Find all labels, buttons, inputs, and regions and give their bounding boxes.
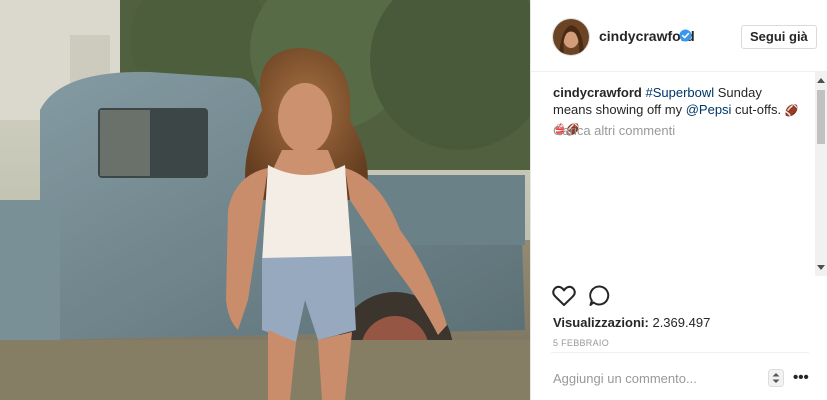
more-options-icon[interactable]: ••• [793, 369, 809, 386]
scrollbar-thumb[interactable] [817, 90, 825, 144]
post-side-panel: cindycrawford Segui già cindycrawford #S… [530, 0, 827, 400]
caption-text-2: cut-offs. [731, 102, 785, 117]
post-photo[interactable] [0, 0, 530, 400]
scroll-up-arrow-icon[interactable] [817, 78, 825, 83]
photo-image [0, 0, 530, 400]
avatar-image [553, 19, 589, 55]
heart-icon[interactable] [551, 283, 577, 309]
verified-badge-icon [679, 29, 692, 42]
mention-link[interactable]: @Pepsi [686, 102, 732, 117]
scroll-down-arrow-icon[interactable] [817, 265, 825, 270]
hashtag-link[interactable]: #Superbowl [645, 85, 714, 100]
following-button[interactable]: Segui già [741, 25, 817, 49]
avatar[interactable] [552, 18, 590, 56]
comment-icon[interactable] [587, 283, 613, 309]
views-count: Visualizzazioni: 2.369.497 [553, 315, 710, 330]
load-more-comments-link[interactable]: Carica altri commenti [553, 123, 675, 138]
sort-arrows-icon[interactable] [768, 369, 784, 387]
comments-scrollbar[interactable] [815, 72, 827, 276]
divider [551, 352, 809, 353]
views-value: 2.369.497 [652, 315, 711, 330]
caption-author[interactable]: cindycrawford [553, 85, 642, 100]
add-comment-input[interactable] [551, 367, 765, 389]
post-date[interactable]: 5 FEBBRAIO [553, 338, 609, 348]
views-label: Visualizzazioni: [553, 315, 649, 330]
post-header: cindycrawford Segui già [531, 0, 827, 72]
